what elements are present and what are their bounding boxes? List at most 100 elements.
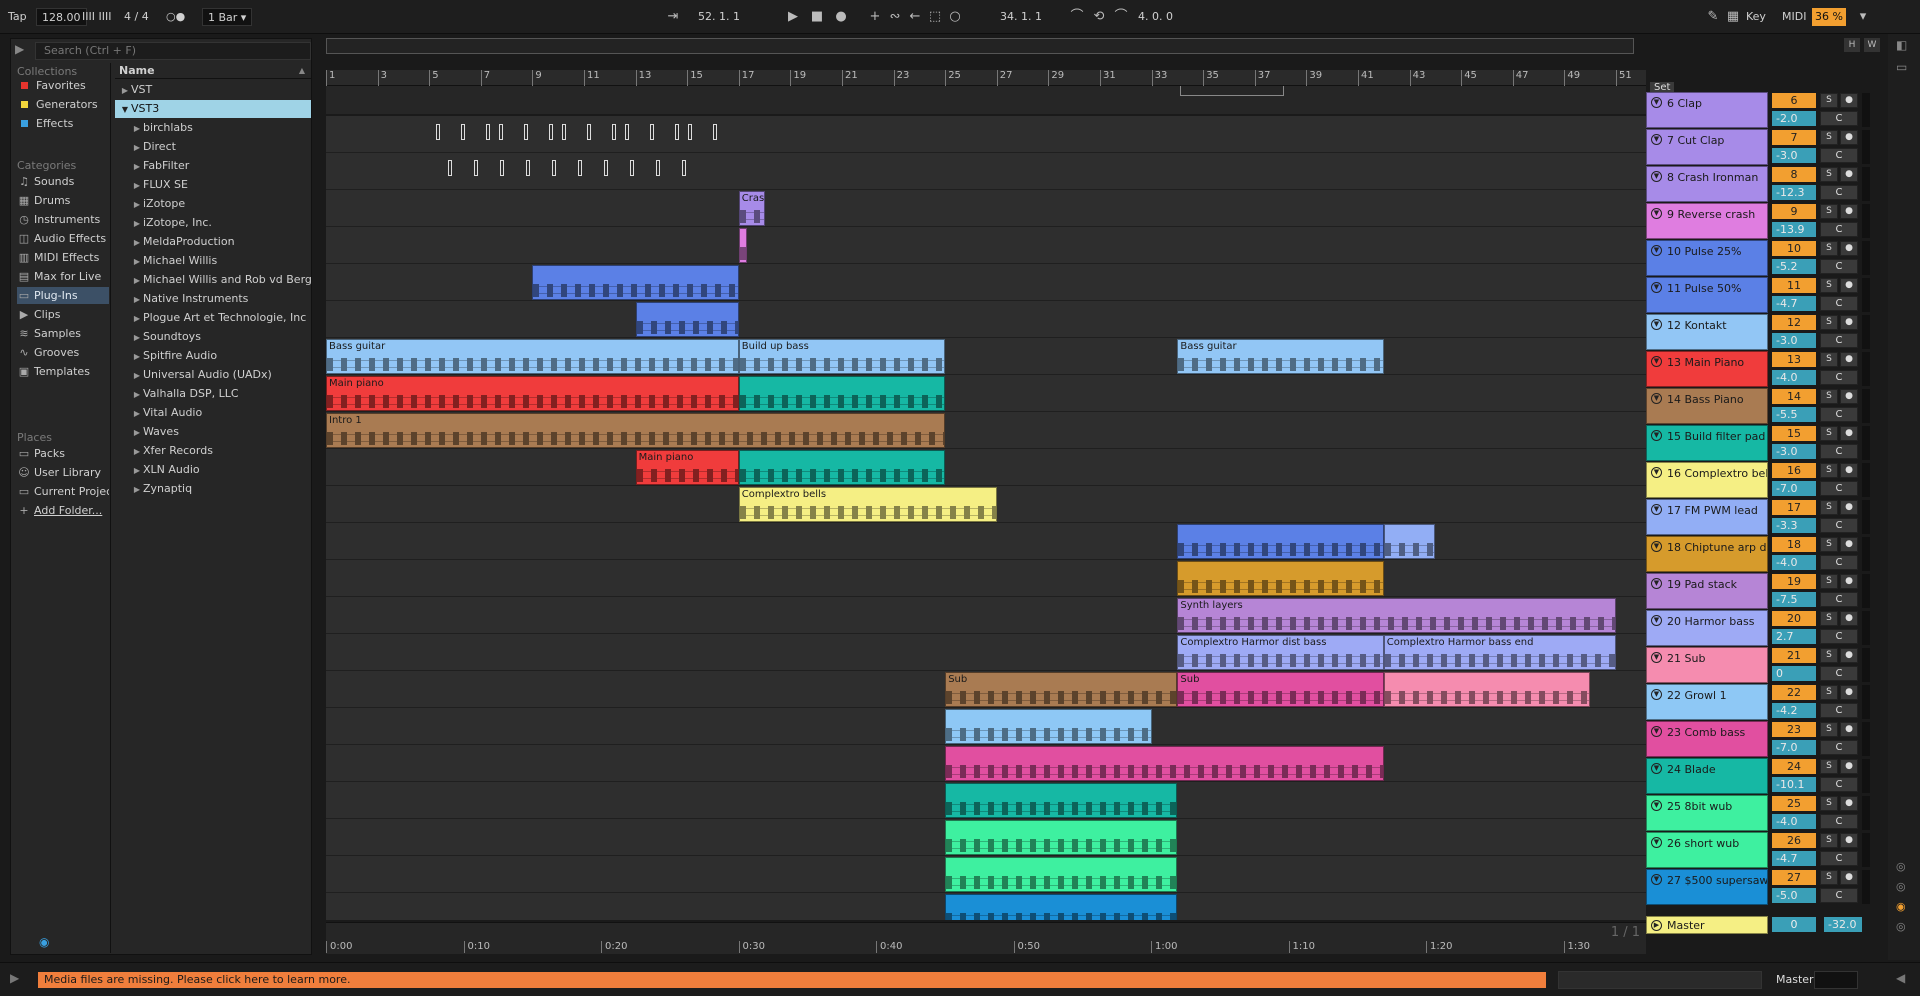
track-activator[interactable]: 9 [1772, 204, 1816, 219]
category-sounds[interactable]: ♫ Sounds [17, 173, 109, 190]
pan-knob[interactable]: C [1820, 740, 1858, 755]
arm-button[interactable]: ● [1840, 611, 1858, 626]
arm-button[interactable]: ● [1840, 426, 1858, 441]
browser-item[interactable]: ▶ VST [115, 81, 311, 99]
track-volume[interactable]: -12.3 [1772, 185, 1816, 200]
browser-item[interactable]: ▶ iZotope, Inc. [115, 214, 311, 232]
track-volume[interactable]: -4.2 [1772, 703, 1816, 718]
solo-button[interactable]: S [1820, 463, 1838, 478]
clip-view-icon[interactable]: ◧ [1896, 38, 1907, 52]
track-fold-icon[interactable]: ▼ [1651, 282, 1662, 293]
solo-button[interactable]: S [1820, 204, 1838, 219]
solo-button[interactable]: S [1820, 870, 1838, 885]
browser-item[interactable]: ▶ birchlabs [115, 119, 311, 137]
track-fold-icon[interactable]: ▼ [1651, 245, 1662, 256]
track-header[interactable]: ▼ 8 Crash Ironman [1646, 166, 1768, 202]
track-lane[interactable] [326, 153, 1646, 190]
expand-arrow-icon[interactable]: ▶ [131, 139, 143, 156]
midi-clip[interactable]: Complextro bells [738, 487, 997, 522]
track-lane[interactable] [326, 523, 1646, 560]
midi-clip[interactable] [738, 376, 946, 411]
pan-knob[interactable]: C [1820, 185, 1858, 200]
midi-clip[interactable]: Crash Iro [738, 191, 765, 226]
arm-button[interactable]: ● [1840, 352, 1858, 367]
arm-button[interactable]: ● [1840, 574, 1858, 589]
expand-arrow-icon[interactable]: ▶ [131, 443, 143, 460]
track-activator[interactable]: 25 [1772, 796, 1816, 811]
name-column-header[interactable]: Name ▲ [115, 63, 311, 79]
key-map-button[interactable]: Key [1746, 8, 1766, 26]
track-activator[interactable]: 27 [1772, 870, 1816, 885]
midi-clip[interactable]: Complextro Harmor dist bass [1177, 635, 1384, 670]
track-activator[interactable]: 10 [1772, 241, 1816, 256]
browser-item[interactable]: ▼ VST3 [115, 100, 311, 118]
track-volume[interactable]: -7.0 [1772, 481, 1816, 496]
pan-knob[interactable]: C [1820, 407, 1858, 422]
arm-button[interactable]: ● [1840, 315, 1858, 330]
track-volume[interactable]: -7.5 [1772, 592, 1816, 607]
solo-button[interactable]: S [1820, 352, 1838, 367]
track-lane[interactable] [326, 190, 1646, 227]
midi-clip[interactable] [738, 228, 747, 263]
place-user-library[interactable]: ☺ User Library [17, 464, 109, 481]
browser-item[interactable]: ▶ Spitfire Audio [115, 347, 311, 365]
track-header[interactable]: ▼ 26 short wub [1646, 832, 1768, 868]
track-volume[interactable]: -10.1 [1772, 777, 1816, 792]
midi-clip[interactable]: Sub [945, 672, 1178, 707]
arm-button[interactable]: ● [1840, 722, 1858, 737]
category-grooves[interactable]: ∿ Grooves [17, 344, 109, 361]
metronome-icon[interactable]: IIII IIII [82, 8, 111, 26]
expand-arrow-icon[interactable]: ▶ [131, 120, 143, 137]
track-volume[interactable]: -13.9 [1772, 222, 1816, 237]
browser-item[interactable]: ▶ Vital Audio [115, 404, 311, 422]
track-fold-icon[interactable]: ▼ [1651, 504, 1662, 515]
track-fold-icon[interactable]: ▼ [1651, 800, 1662, 811]
track-volume[interactable]: -4.0 [1772, 555, 1816, 570]
device-view-icon[interactable]: ▭ [1896, 60, 1907, 74]
punch-out-icon[interactable]: ⌒ [1112, 8, 1130, 26]
midi-clip[interactable]: Main piano [635, 450, 739, 485]
track-header[interactable]: ▼ 10 Pulse 25% [1646, 240, 1768, 276]
mixer-toggle-icon[interactable]: ◉ [1896, 900, 1906, 913]
expand-arrow-icon[interactable]: ▶ [131, 481, 143, 498]
track-header[interactable]: ▼ 24 Blade [1646, 758, 1768, 794]
browser-item[interactable]: ▶ Michael Willis [115, 252, 311, 270]
pan-knob[interactable]: C [1820, 629, 1858, 644]
track-fold-icon[interactable]: ▼ [1651, 615, 1662, 626]
track-volume[interactable]: -7.0 [1772, 740, 1816, 755]
loop-length[interactable]: 4. 0. 0 [1138, 8, 1173, 26]
browser-item[interactable]: ▶ Xfer Records [115, 442, 311, 460]
beat-ruler[interactable]: 1 3 5 7 9 11 13 15 17 19 21 23 25 27 29 31 33 35 37 39 41 43 4… [326, 70, 1646, 86]
midi-clip[interactable]: Bass guitar [326, 339, 739, 374]
track-volume[interactable]: 2.7 [1772, 629, 1816, 644]
track-header[interactable]: ▼ 21 Sub [1646, 647, 1768, 683]
browser-item[interactable]: ▶ FLUX SE [115, 176, 311, 194]
arm-button[interactable]: ● [1840, 648, 1858, 663]
track-volume[interactable]: -3.0 [1772, 444, 1816, 459]
expand-arrow-icon[interactable]: ▶ [131, 177, 143, 194]
midi-clip[interactable] [738, 450, 946, 485]
arrangement-lanes[interactable]: Crash Iro Bass guitar Build up bass Bass gu… [326, 116, 1646, 920]
arm-button[interactable]: ● [1840, 870, 1858, 885]
pan-knob[interactable]: C [1820, 222, 1858, 237]
midi-clip[interactable] [635, 302, 739, 337]
track-activator[interactable]: 26 [1772, 833, 1816, 848]
pan-knob[interactable]: C [1820, 814, 1858, 829]
expand-arrow-icon[interactable]: ▶ [131, 196, 143, 213]
track-fold-icon[interactable]: ▼ [1651, 578, 1662, 589]
detail-toggle-icon[interactable]: ▶ [10, 971, 19, 985]
capture-icon[interactable]: ⬚ [926, 8, 944, 26]
track-activator[interactable]: 20 [1772, 611, 1816, 626]
track-fold-icon[interactable]: ▼ [1651, 430, 1662, 441]
track-activator[interactable]: 16 [1772, 463, 1816, 478]
solo-button[interactable]: S [1820, 241, 1838, 256]
track-header[interactable]: ▼ 13 Main Piano [1646, 351, 1768, 387]
track-header[interactable]: ▼ 9 Reverse crash [1646, 203, 1768, 239]
track-fold-icon[interactable]: ▼ [1651, 763, 1662, 774]
tempo-field[interactable]: 128.00 [36, 8, 87, 26]
session-record-icon[interactable]: ○ [946, 8, 964, 26]
solo-button[interactable]: S [1820, 93, 1838, 108]
crossfade-toggle-icon[interactable]: ◎ [1896, 920, 1906, 933]
arm-button[interactable]: ● [1840, 463, 1858, 478]
browser-item[interactable]: ▶ Universal Audio (UADx) [115, 366, 311, 384]
